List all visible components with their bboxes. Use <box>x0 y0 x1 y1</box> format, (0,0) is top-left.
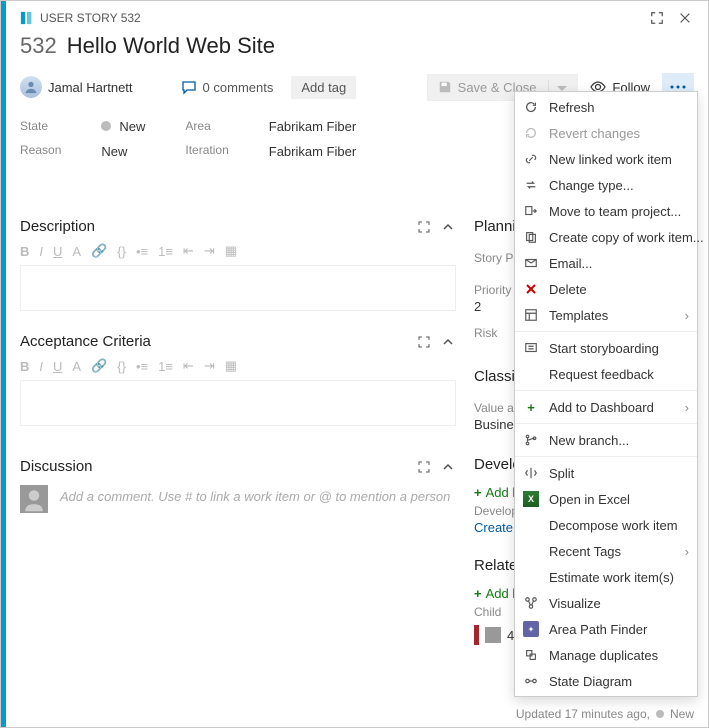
chevron-up-icon[interactable] <box>440 219 456 235</box>
iteration-value[interactable]: Fabrikam Fiber <box>269 144 356 159</box>
state-dot-icon <box>101 121 111 131</box>
menu-new-branch[interactable]: New branch... <box>515 427 697 453</box>
menu-split[interactable]: Split <box>515 460 697 486</box>
comments-link[interactable]: 0 comments <box>181 79 274 95</box>
user-story-icon <box>20 11 34 25</box>
duplicate-icon <box>523 647 539 663</box>
visualize-icon <box>523 595 539 611</box>
menu-visualize[interactable]: Visualize <box>515 590 697 616</box>
close-icon[interactable] <box>676 9 694 27</box>
assignee-name: Jamal Hartnett <box>48 80 133 95</box>
work-item-type-label: USER STORY 532 <box>40 11 141 25</box>
swap-icon <box>523 177 539 193</box>
fullscreen-icon[interactable] <box>648 9 666 27</box>
menu-delete[interactable]: Delete <box>515 276 697 302</box>
discussion-input[interactable]: Add a comment. Use # to link a work item… <box>58 485 456 513</box>
excel-icon: X <box>523 491 539 507</box>
expand-icon[interactable] <box>416 219 432 235</box>
chevron-up-icon[interactable] <box>440 459 456 475</box>
delete-icon <box>523 281 539 297</box>
menu-change-type[interactable]: Change type... <box>515 172 697 198</box>
split-icon <box>523 465 539 481</box>
editor-toolbar[interactable]: BIUA🔗{}•≡1≡⇤⇥▦ <box>20 241 456 265</box>
menu-email[interactable]: Email... <box>515 250 697 276</box>
menu-add-dashboard[interactable]: +Add to Dashboard› <box>515 394 697 420</box>
menu-state-diagram[interactable]: State Diagram <box>515 668 697 694</box>
menu-create-copy[interactable]: Create copy of work item... <box>515 224 697 250</box>
menu-templates[interactable]: Templates› <box>515 302 697 328</box>
reason-label: Reason <box>20 143 61 157</box>
blank-icon <box>523 543 539 559</box>
acceptance-heading: Acceptance Criteria <box>20 333 151 350</box>
description-input[interactable] <box>20 265 456 311</box>
avatar-icon <box>20 76 42 98</box>
state-dot-icon <box>656 710 664 718</box>
menu-refresh[interactable]: Refresh <box>515 94 697 120</box>
menu-new-linked[interactable]: New linked work item <box>515 146 697 172</box>
area-value[interactable]: Fabrikam Fiber <box>269 119 356 134</box>
blank-icon <box>523 366 539 382</box>
menu-storyboard[interactable]: Start storyboarding <box>515 335 697 361</box>
branch-icon <box>523 432 539 448</box>
area-label: Area <box>185 119 228 133</box>
plus-icon: + <box>523 399 539 415</box>
chevron-right-icon: › <box>685 544 689 559</box>
editor-toolbar[interactable]: BIUA🔗{}•≡1≡⇤⇥▦ <box>20 356 456 380</box>
footer-status: Updated 17 minutes ago, New <box>516 707 694 721</box>
more-actions-menu: Refresh Revert changes New linked work i… <box>514 91 698 697</box>
work-item-id: 532 <box>20 33 57 59</box>
menu-recent-tags[interactable]: Recent Tags› <box>515 538 697 564</box>
window-header: USER STORY 532 <box>6 1 708 29</box>
assignee-field[interactable]: Jamal Hartnett <box>20 76 133 98</box>
chevron-up-icon[interactable] <box>440 334 456 350</box>
state-value[interactable]: New <box>101 119 145 134</box>
menu-decompose[interactable]: Decompose work item <box>515 512 697 538</box>
expand-icon[interactable] <box>416 334 432 350</box>
chevron-right-icon: › <box>685 308 689 323</box>
teams-icon: ✦ <box>523 621 539 637</box>
bug-color-bar <box>474 625 479 645</box>
link-icon <box>523 151 539 167</box>
copy-icon <box>523 229 539 245</box>
description-heading: Description <box>20 218 95 235</box>
mail-icon <box>523 255 539 271</box>
avatar-icon <box>20 485 48 513</box>
menu-open-excel[interactable]: XOpen in Excel <box>515 486 697 512</box>
blank-icon <box>523 569 539 585</box>
work-item-title[interactable]: Hello World Web Site <box>67 33 275 59</box>
menu-request-feedback[interactable]: Request feedback <box>515 361 697 387</box>
add-tag-button[interactable]: Add tag <box>291 76 356 99</box>
diagram-icon <box>523 673 539 689</box>
menu-manage-dupes[interactable]: Manage duplicates <box>515 642 697 668</box>
iteration-label: Iteration <box>185 143 228 157</box>
discussion-heading: Discussion <box>20 458 93 475</box>
accent-bar <box>1 1 6 727</box>
move-icon <box>523 203 539 219</box>
acceptance-input[interactable] <box>20 380 456 426</box>
bug-icon <box>485 627 501 643</box>
storyboard-icon <box>523 340 539 356</box>
templates-icon <box>523 307 539 323</box>
expand-icon[interactable] <box>416 459 432 475</box>
menu-estimate[interactable]: Estimate work item(s) <box>515 564 697 590</box>
reason-value[interactable]: New <box>101 144 145 159</box>
undo-icon <box>523 125 539 141</box>
menu-move-team[interactable]: Move to team project... <box>515 198 697 224</box>
refresh-icon <box>523 99 539 115</box>
state-label: State <box>20 119 61 133</box>
blank-icon <box>523 517 539 533</box>
menu-revert[interactable]: Revert changes <box>515 120 697 146</box>
chevron-right-icon: › <box>685 400 689 415</box>
menu-area-path[interactable]: ✦Area Path Finder <box>515 616 697 642</box>
